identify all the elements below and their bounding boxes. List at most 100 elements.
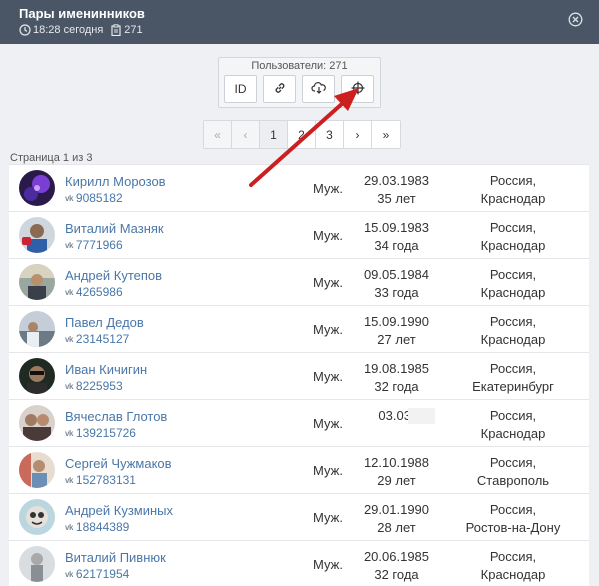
vk-id: 8225953 (75, 379, 123, 393)
vk-id-link[interactable]: vk 8225953 (65, 379, 123, 393)
page-prev-button[interactable]: ‹ (232, 121, 260, 148)
table-row: Андрей Кутепов vk 4265986 Муж. 09.05.1984… (9, 258, 589, 305)
avatar[interactable] (19, 264, 55, 300)
user-age: 32 года (374, 567, 419, 582)
user-birthdate: 19.08.1985 (363, 361, 430, 376)
user-name-link[interactable]: Павел Дедов (65, 315, 144, 330)
user-age: 33 года (374, 285, 419, 300)
user-city: Краснодар (480, 332, 546, 347)
vk-icon: vk (65, 569, 73, 579)
cloud-download-icon (310, 81, 327, 98)
user-birthdate: 29.01.1990 (363, 502, 430, 517)
page-info: Страница 1 из 3 (10, 152, 93, 164)
vk-icon: vk (65, 522, 73, 532)
user-country: Россия, (489, 314, 537, 329)
vk-icon: vk (65, 334, 73, 344)
user-sex: Муж. (313, 510, 343, 525)
page-last-button[interactable]: » (372, 121, 400, 148)
vk-icon: vk (65, 428, 73, 438)
table-row: Кирилл Морозов vk 9085182 Муж. 29.03.1983… (9, 164, 589, 211)
avatar[interactable] (19, 452, 55, 488)
header-count: 271 (124, 24, 143, 36)
avatar[interactable] (19, 311, 55, 347)
vk-id: 9085182 (75, 191, 123, 205)
user-sex: Муж. (313, 463, 343, 478)
avatar[interactable] (19, 358, 55, 394)
clock-icon (19, 24, 31, 36)
vk-icon: vk (65, 240, 73, 250)
user-city: Ростов-на-Дону (465, 520, 561, 535)
user-country: Россия, (489, 455, 537, 470)
user-name-link[interactable]: Иван Кичигин (65, 362, 147, 377)
user-birthdate: 15.09.1990 (363, 314, 430, 329)
vk-icon: vk (65, 381, 73, 391)
vk-id: 62171954 (75, 567, 130, 581)
user-age: 32 года (374, 379, 419, 394)
vk-icon: vk (65, 475, 73, 485)
avatar[interactable] (19, 499, 55, 535)
user-city: Краснодар (480, 191, 546, 206)
target-button[interactable] (341, 75, 374, 103)
user-name-link[interactable]: Андрей Кузминых (65, 503, 173, 518)
vk-icon: vk (65, 193, 73, 203)
users-toolbar: Пользователи: 271 ID (218, 57, 381, 108)
user-sex: Муж. (313, 369, 343, 384)
table-row: Виталий Мазняк vk 7771966 Муж. 15.09.1983… (9, 211, 589, 258)
link-icon (273, 81, 287, 98)
vk-id-link[interactable]: vk 23145127 (65, 332, 129, 346)
link-button[interactable] (263, 75, 296, 103)
user-city: Екатеринбург (472, 379, 554, 394)
user-name-link[interactable]: Виталий Пивнюк (65, 550, 166, 565)
user-country: Россия, (489, 502, 537, 517)
user-sex: Муж. (313, 416, 343, 431)
vk-id-link[interactable]: vk 9085182 (65, 191, 123, 205)
vk-id-link[interactable]: vk 7771966 (65, 238, 123, 252)
user-name-link[interactable]: Виталий Мазняк (65, 221, 164, 236)
user-sex: Муж. (313, 557, 343, 572)
user-country: Россия, (489, 267, 537, 282)
id-button[interactable]: ID (224, 75, 257, 103)
vk-id: 139215726 (75, 426, 136, 440)
user-age: 29 лет (377, 473, 416, 488)
user-city: Краснодар (480, 238, 546, 253)
table-row: Павел Дедов vk 23145127 Муж. 15.09.1990 2… (9, 305, 589, 352)
user-name-link[interactable]: Кирилл Морозов (65, 174, 166, 189)
user-birthdate: 09.05.1984 (363, 267, 430, 282)
avatar[interactable] (19, 170, 55, 206)
dialog-header: Пары именинников 18:28 сегодня 271 (0, 0, 599, 44)
user-age: 28 лет (377, 520, 416, 535)
clipboard-icon (110, 24, 122, 36)
user-name-link[interactable]: Вячеслав Глотов (65, 409, 167, 424)
vk-id-link[interactable]: vk 152783131 (65, 473, 136, 487)
user-name-link[interactable]: Андрей Кутепов (65, 268, 162, 283)
avatar[interactable] (19, 217, 55, 253)
page-next-button[interactable]: › (344, 121, 372, 148)
page-1-button[interactable]: 1 (260, 121, 288, 148)
page-3-button[interactable]: 3 (316, 121, 344, 148)
user-city: Краснодар (480, 426, 546, 441)
vk-id-link[interactable]: vk 139215726 (65, 426, 136, 440)
page-2-button[interactable]: 2 (288, 121, 316, 148)
vk-icon: vk (65, 287, 73, 297)
user-age: 34 года (374, 238, 419, 253)
download-button[interactable] (302, 75, 335, 103)
dialog-title: Пары именинников (19, 6, 145, 21)
vk-id-link[interactable]: vk 62171954 (65, 567, 129, 581)
table-row: Виталий Пивнюк vk 62171954 Муж. 20.06.198… (9, 540, 589, 586)
avatar[interactable] (19, 405, 55, 441)
vk-id-link[interactable]: vk 4265986 (65, 285, 123, 299)
user-sex: Муж. (313, 228, 343, 243)
user-city: Ставрополь (476, 473, 550, 488)
table-row: Вячеслав Глотов vk 139215726 Муж. 03.03. … (9, 399, 589, 446)
redacted-block (408, 408, 435, 424)
user-age: 27 лет (377, 332, 416, 347)
close-icon[interactable] (568, 12, 583, 27)
header-meta: 18:28 сегодня 271 (19, 24, 143, 36)
users-count-label: Пользователи: 271 (251, 60, 348, 72)
page-first-button[interactable]: « (204, 121, 232, 148)
vk-id-link[interactable]: vk 18844389 (65, 520, 129, 534)
user-name-link[interactable]: Сергей Чужмаков (65, 456, 172, 471)
user-sex: Муж. (313, 275, 343, 290)
pagination: « ‹ 1 2 3 › » (203, 120, 401, 149)
avatar[interactable] (19, 546, 55, 582)
